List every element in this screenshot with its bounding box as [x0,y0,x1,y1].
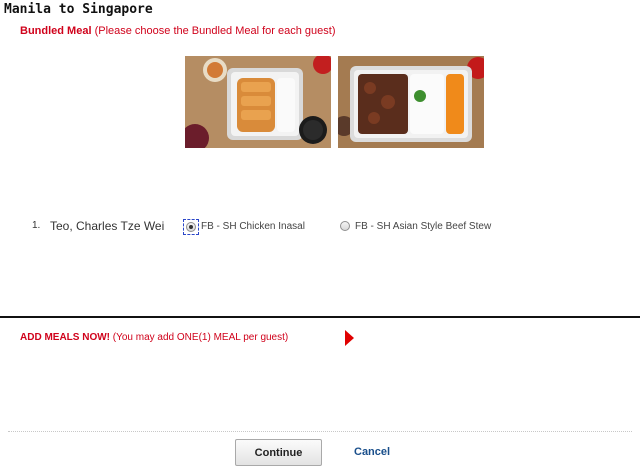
chicken-inasal-meal-image [185,56,331,148]
cancel-link[interactable]: Cancel [354,446,390,458]
beef-stew-option-label[interactable]: FB - SH Asian Style Beef Stew [355,221,491,232]
page-title: Manila to Singapore [4,2,153,17]
guest-name: Teo, Charles Tze Wei [50,219,165,233]
bundled-meal-label: Bundled Meal [20,25,92,37]
expand-arrow-icon[interactable] [345,330,354,346]
bundled-meal-header: Bundled Meal (Please choose the Bundled … [20,25,336,37]
continue-button[interactable]: Continue [235,439,322,466]
beef-stew-radio[interactable] [340,221,350,231]
footer-divider [8,431,632,432]
bundled-meal-note: (Please choose the Bundled Meal for each… [94,25,336,37]
chicken-inasal-radio[interactable] [186,222,196,232]
guest-number: 1. [32,220,41,231]
add-meals-note: (You may add ONE(1) MEAL per guest) [112,332,289,343]
beef-stew-meal-image [338,56,484,148]
add-meals-header[interactable]: ADD MEALS NOW! (You may add ONE(1) MEAL … [20,332,288,343]
chicken-inasal-option-label[interactable]: FB - SH Chicken Inasal [201,221,305,232]
add-meals-label[interactable]: ADD MEALS NOW! [20,332,110,343]
section-divider [0,316,640,318]
